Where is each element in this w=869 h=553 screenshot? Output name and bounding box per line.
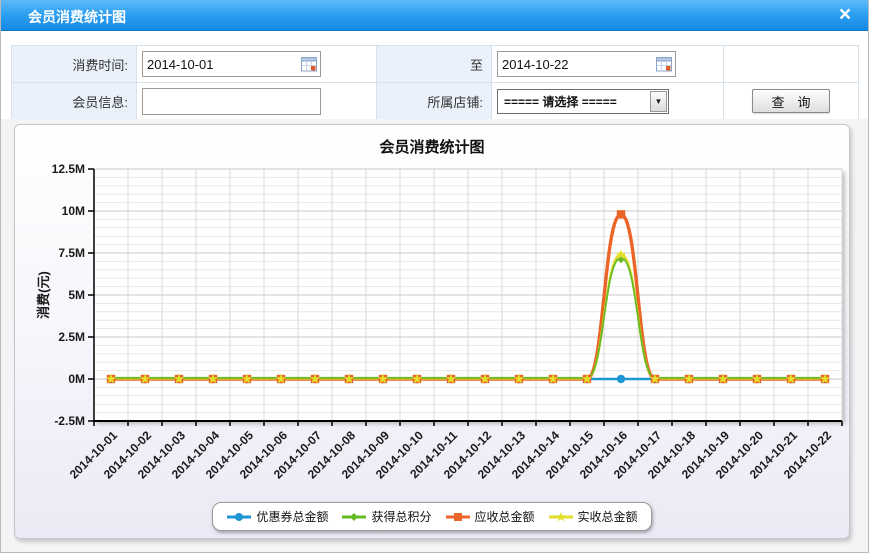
diamond-marker: [350, 513, 358, 521]
window-title: 会员消费统计图: [28, 7, 126, 27]
member-info-input[interactable]: [142, 88, 321, 115]
legend-label: 实收总金额: [578, 508, 638, 525]
shop-select[interactable]: ===== 请选择 ===== ▼: [497, 89, 669, 114]
square-marker-icon: [445, 510, 471, 524]
empty-cell: [724, 46, 859, 83]
circle-marker: [617, 375, 625, 383]
chart-plot: 12.5M10M7.5M5M2.5M0M-2.5M2014-10-012014-…: [15, 125, 849, 538]
circle-marker: [235, 513, 243, 521]
shop-selected-value: ===== 请选择 =====: [498, 93, 649, 110]
circle-marker-icon: [226, 510, 252, 524]
legend-label: 获得总积分: [371, 508, 431, 525]
star-marker-icon: [548, 510, 574, 524]
legend-item[interactable]: 获得总积分: [341, 508, 431, 525]
y-tick-label: 10M: [62, 204, 85, 218]
date-to-field[interactable]: [497, 51, 676, 77]
to-label: 至: [377, 46, 492, 83]
y-tick-label: 12.5M: [52, 162, 85, 176]
chevron-down-icon[interactable]: ▼: [650, 91, 667, 112]
chart-title: 会员消费统计图: [15, 136, 849, 157]
square-marker: [454, 513, 462, 521]
close-icon[interactable]: ×: [832, 2, 858, 28]
y-axis-title: 消费(元): [36, 271, 51, 319]
legend-item[interactable]: 应收总金额: [445, 508, 535, 525]
y-tick-label: 7.5M: [58, 246, 85, 260]
consume-time-label: 消费时间:: [12, 46, 137, 83]
y-tick-label: -2.5M: [54, 414, 85, 428]
legend-item[interactable]: 实收总金额: [548, 508, 638, 525]
legend-item[interactable]: 优惠券总金额: [226, 508, 328, 525]
search-form: 消费时间: 至: [11, 45, 859, 120]
calendar-icon[interactable]: [301, 57, 317, 72]
shop-label: 所属店铺:: [377, 83, 492, 120]
date-from-field[interactable]: [142, 51, 321, 77]
y-tick-label: 0M: [68, 372, 85, 386]
query-button[interactable]: 查 询: [752, 89, 830, 113]
legend-label: 应收总金额: [475, 508, 535, 525]
date-from-input[interactable]: [143, 53, 301, 75]
calendar-icon[interactable]: [656, 57, 672, 72]
square-marker: [617, 210, 625, 218]
legend-label: 优惠券总金额: [256, 508, 328, 525]
title-bar: 会员消费统计图 ×: [1, 0, 869, 31]
chart-legend-row: 优惠券总金额 获得总积分 应收总金额 实收总金额: [15, 502, 849, 531]
member-info-label: 会员信息:: [12, 83, 137, 120]
chart-panel: 12.5M10M7.5M5M2.5M0M-2.5M2014-10-012014-…: [14, 124, 850, 539]
y-tick-label: 2.5M: [58, 330, 85, 344]
y-tick-label: 5M: [68, 288, 85, 302]
diamond-marker-icon: [341, 510, 367, 524]
legend: 优惠券总金额 获得总积分 应收总金额 实收总金额: [212, 502, 651, 531]
date-to-input[interactable]: [498, 53, 656, 75]
member-consumption-dialog: 会员消费统计图 × 消费时间:: [0, 0, 869, 553]
